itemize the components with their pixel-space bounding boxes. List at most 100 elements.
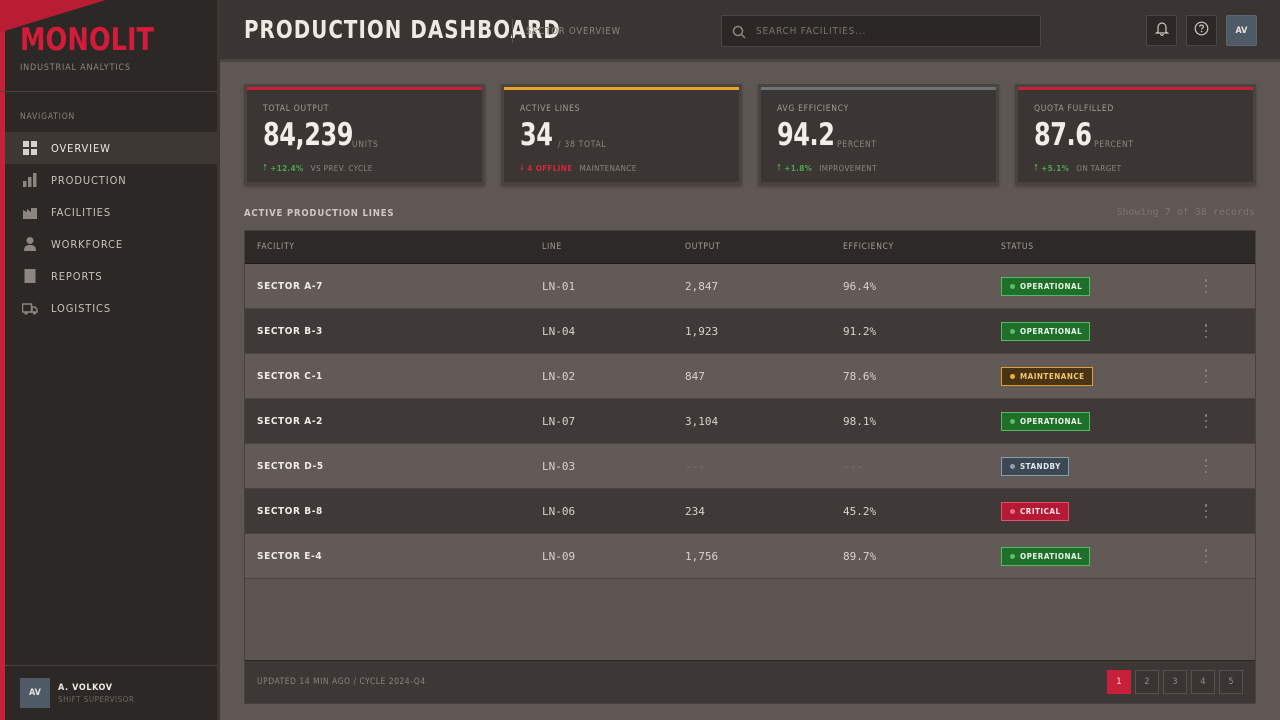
page-subtitle: SECTOR OVERVIEW (526, 26, 621, 37)
facility-cell: SECTOR D-5 (257, 461, 324, 472)
sidebar-item-facilities[interactable]: FACILITIES (5, 196, 217, 228)
output-cell: --- (685, 460, 705, 473)
table-row[interactable]: SECTOR E-4 LN-09 1,756 89.7% OPERATIONAL (245, 534, 1255, 579)
status-dot (1010, 284, 1015, 289)
arrow-up-icon: 🠕 (777, 163, 782, 173)
sidebar-item-label: REPORTS (51, 269, 103, 283)
sidebar-item-logistics[interactable]: LOGISTICS (5, 292, 217, 324)
efficiency-cell: 78.6% (843, 370, 877, 383)
line-cell: LN-04 (542, 325, 576, 338)
status-label: OPERATIONAL (1020, 552, 1083, 561)
kpi-accent-line (504, 87, 739, 90)
status-label: OPERATIONAL (1020, 327, 1083, 336)
brand-logo[interactable]: MONOLIT (20, 22, 154, 58)
table-footer: UPDATED 14 MIN AGO / CYCLE 2024-Q4 1 2 3… (245, 660, 1255, 703)
column-header-output[interactable]: OUTPUT (685, 242, 720, 252)
column-header-status[interactable]: STATUS (1001, 242, 1034, 252)
user-role: SHIFT SUPERVISOR (58, 695, 135, 704)
table-row[interactable]: SECTOR B-3 LN-04 1,923 91.2% OPERATIONAL (245, 309, 1255, 354)
status-label: MAINTENANCE (1020, 372, 1085, 381)
status-label: STANDBY (1020, 462, 1061, 471)
notifications-button[interactable] (1146, 15, 1177, 46)
sidebar-item-label: FACILITIES (51, 205, 112, 219)
table-row[interactable]: SECTOR C-1 LN-02 847 78.6% MAINTENANCE (245, 354, 1255, 399)
title-divider (512, 19, 513, 43)
kpi-card-avg-efficiency: AVG EFFICIENCY 94.2 PERCENT 🠕 +1.8% IMPR… (758, 84, 999, 185)
kpi-value: 34 (520, 117, 553, 153)
row-menu-button[interactable] (1200, 368, 1212, 384)
kpi-unit: UNITS (352, 140, 379, 150)
page-button-1[interactable]: 1 (1107, 670, 1131, 694)
kpi-delta: 🠕 +1.8% IMPROVEMENT (777, 160, 877, 176)
page-title: PRODUCTION DASHBOARD (244, 15, 561, 44)
arrow-up-icon: 🠕 (1034, 163, 1039, 173)
person-icon (22, 236, 38, 252)
facility-cell: SECTOR C-1 (257, 371, 323, 382)
row-menu-button[interactable] (1200, 548, 1212, 564)
facility-cell: SECTOR B-8 (257, 506, 323, 517)
user-profile[interactable]: AV A. VOLKOV SHIFT SUPERVISOR (5, 665, 217, 720)
line-cell: LN-06 (542, 505, 576, 518)
kpi-delta-note: ON TARGET (1076, 163, 1122, 173)
line-cell: LN-02 (542, 370, 576, 383)
table-row[interactable]: SECTOR B-8 LN-06 234 45.2% CRITICAL (245, 489, 1255, 534)
kpi-delta-value: +12.4% (270, 163, 304, 173)
sidebar-item-production[interactable]: PRODUCTION (5, 164, 217, 196)
sidebar-item-workforce[interactable]: WORKFORCE (5, 228, 217, 260)
row-menu-button[interactable] (1200, 503, 1212, 519)
status-dot (1010, 509, 1015, 514)
bell-icon (1154, 21, 1169, 40)
efficiency-cell: 89.7% (843, 550, 877, 563)
page-button-2[interactable]: 2 (1135, 670, 1159, 694)
arrow-down-icon: 🠗 (520, 163, 525, 173)
bar-chart-icon (22, 172, 38, 188)
table-row[interactable]: SECTOR D-5 LN-03 --- --- STANDBY (245, 444, 1255, 489)
status-badge: STANDBY (1001, 457, 1069, 476)
help-button[interactable] (1186, 15, 1217, 46)
kpi-delta-note: MAINTENANCE (579, 163, 637, 173)
kpi-label: TOTAL OUTPUT (263, 104, 330, 114)
output-cell: 234 (685, 505, 705, 518)
line-cell: LN-03 (542, 460, 576, 473)
document-icon (22, 268, 38, 284)
sidebar-item-overview[interactable]: OVERVIEW (5, 132, 217, 164)
row-menu-button[interactable] (1200, 458, 1212, 474)
kpi-accent-line (247, 87, 482, 90)
kpi-label: AVG EFFICIENCY (777, 104, 849, 114)
facility-cell: SECTOR A-7 (257, 281, 324, 292)
kpi-delta: 🠗 4 OFFLINE MAINTENANCE (520, 160, 637, 176)
update-status: UPDATED 14 MIN AGO / CYCLE 2024-Q4 (257, 677, 426, 687)
search-input[interactable] (756, 16, 1036, 46)
status-label: CRITICAL (1020, 507, 1061, 516)
kpi-unit: PERCENT (1094, 140, 1134, 150)
line-cell: LN-07 (542, 415, 576, 428)
section-title: ACTIVE PRODUCTION LINES (244, 208, 395, 219)
status-badge: MAINTENANCE (1001, 367, 1093, 386)
status-dot (1010, 419, 1015, 424)
sidebar-item-label: WORKFORCE (51, 237, 124, 251)
row-menu-button[interactable] (1200, 323, 1212, 339)
column-header-line[interactable]: LINE (542, 242, 562, 252)
facility-cell: SECTOR A-2 (257, 416, 324, 427)
user-avatar-button[interactable]: AV (1226, 15, 1257, 46)
help-icon (1194, 21, 1209, 40)
column-header-efficiency[interactable]: EFFICIENCY (843, 242, 894, 252)
table-row[interactable]: SECTOR A-2 LN-07 3,104 98.1% OPERATIONAL (245, 399, 1255, 444)
grid-icon (22, 140, 38, 156)
kpi-unit: PERCENT (837, 140, 877, 150)
avatar: AV (20, 678, 50, 708)
production-lines-table: FACILITY LINE OUTPUT EFFICIENCY STATUS S… (244, 230, 1256, 704)
output-cell: 847 (685, 370, 705, 383)
status-badge: CRITICAL (1001, 502, 1069, 521)
table-row[interactable]: SECTOR A-7 LN-01 2,847 96.4% OPERATIONAL (245, 264, 1255, 309)
page-button-4[interactable]: 4 (1191, 670, 1215, 694)
page-button-3[interactable]: 3 (1163, 670, 1187, 694)
page-button-5[interactable]: 5 (1219, 670, 1243, 694)
column-header-facility[interactable]: FACILITY (257, 242, 295, 252)
sidebar-item-reports[interactable]: REPORTS (5, 260, 217, 292)
row-menu-button[interactable] (1200, 413, 1212, 429)
sidebar-item-label: LOGISTICS (51, 301, 112, 315)
sidebar-nav: OVERVIEW PRODUCTION FACILITIES WORKFORCE… (5, 132, 217, 324)
status-dot (1010, 374, 1015, 379)
row-menu-button[interactable] (1200, 278, 1212, 294)
